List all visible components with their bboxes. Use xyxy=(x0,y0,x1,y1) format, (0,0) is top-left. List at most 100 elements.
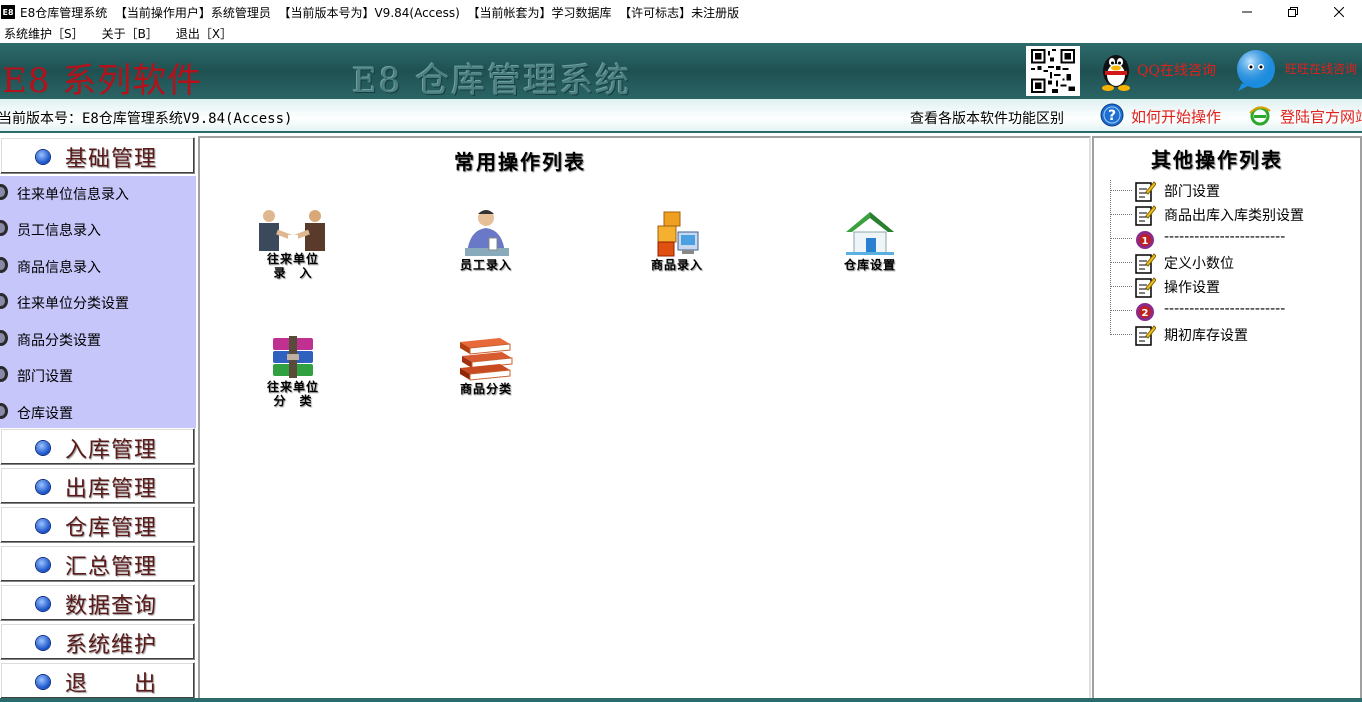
app-window: E8 E8仓库管理系统 【当前操作用户】系统管理员 【当前版本号为】V9.84(… xyxy=(0,0,1362,702)
category-outbound[interactable]: 出库管理 xyxy=(0,467,195,504)
subitem-goods-info[interactable]: 商品信息录入 xyxy=(0,254,180,278)
subitem-warehouse[interactable]: 仓库设置 xyxy=(0,400,180,424)
archive-stack-icon xyxy=(273,336,313,378)
restore-icon[interactable] xyxy=(1270,0,1316,24)
category-system-maintenance[interactable]: 系统维护 xyxy=(0,623,195,660)
tile-label-line2: 录 入 xyxy=(273,266,313,280)
blue-dot-icon xyxy=(36,150,50,164)
category-label: 数据查询 xyxy=(65,594,158,619)
category-data-query[interactable]: 数据查询 xyxy=(0,584,195,621)
tile-warehouse-settings[interactable]: 仓库设置 xyxy=(825,208,915,272)
tree-node-decimal[interactable]: 定义小数位 xyxy=(1110,250,1360,274)
tree-node-label: ------------------------ xyxy=(1164,301,1286,317)
tile-goods-category[interactable]: 商品分类 xyxy=(441,336,531,396)
category-exit[interactable]: 退 出 xyxy=(0,662,195,699)
tree-branch xyxy=(1110,190,1132,191)
banner-title: E8 系列软件 xyxy=(2,61,203,99)
basic-management-submenu: 往来单位信息录入 员工信息录入 商品信息录入 往来单位分类设置 商品分类设置 部… xyxy=(0,176,196,450)
bottom-border xyxy=(0,698,1362,702)
tile-label-line2: 分 类 xyxy=(273,394,313,408)
subitem-partner-info[interactable]: 往来单位信息录入 xyxy=(0,181,180,205)
help-question-icon[interactable]: ? xyxy=(1100,103,1124,127)
window-title: E8仓库管理系统 【当前操作用户】系统管理员 【当前版本号为】V9.84(Acc… xyxy=(20,5,740,20)
tile-partner-entry[interactable]: 往来单位 录 入 xyxy=(248,208,338,280)
svg-text:1: 1 xyxy=(1142,236,1149,247)
tile-goods-entry[interactable]: 商品录入 xyxy=(632,210,722,272)
edit-doc-icon xyxy=(1135,253,1156,274)
category-summary[interactable]: 汇总管理 xyxy=(0,545,195,582)
blue-dot-icon xyxy=(36,558,50,572)
category-inbound[interactable]: 入库管理 xyxy=(0,428,195,465)
subitem-label: 往来单位信息录入 xyxy=(17,187,129,203)
subitem-label: 仓库设置 xyxy=(17,406,73,422)
tree-node-operation-settings[interactable]: 操作设置 xyxy=(1110,274,1360,298)
ring-bullet-icon xyxy=(0,366,8,382)
tree-node-separator-2: 2 ------------------------ xyxy=(1110,298,1360,322)
subitem-label: 商品信息录入 xyxy=(17,260,101,276)
right-panel-title: 其他操作列表 xyxy=(1151,148,1283,172)
subitem-label: 部门设置 xyxy=(17,369,73,385)
tree-node-label: 期初库存设置 xyxy=(1164,328,1248,344)
operations-tree: 部门设置 商品出库入库类别设置 1 ----------------------… xyxy=(1108,178,1360,348)
tree-node-separator-1: 1 ------------------------ xyxy=(1110,226,1360,250)
tile-label: 往来单位 xyxy=(266,252,319,266)
chat-bubble-icon[interactable] xyxy=(1234,47,1278,93)
goods-icon xyxy=(657,211,699,257)
subitem-employee-info[interactable]: 员工信息录入 xyxy=(0,217,180,241)
number-1-icon: 1 xyxy=(1136,231,1154,249)
window-controls xyxy=(1224,0,1362,24)
tile-label: 商品录入 xyxy=(650,258,703,272)
tree-node-department[interactable]: 部门设置 xyxy=(1110,178,1360,202)
tree-branch xyxy=(1110,286,1132,287)
blue-dot-icon xyxy=(36,480,50,494)
tree-node-initial-stock[interactable]: 期初库存设置 xyxy=(1110,322,1360,346)
tree-node-label: ------------------------ xyxy=(1164,229,1286,245)
category-warehouse[interactable]: 仓库管理 xyxy=(0,506,195,543)
tree-branch xyxy=(1110,214,1132,215)
category-label: 出库管理 xyxy=(65,477,158,502)
menu-exit[interactable]: 退出［X］ xyxy=(176,25,232,42)
compare-versions-link[interactable]: 查看各版本软件功能区别 xyxy=(910,108,1064,128)
qq-consult-link[interactable]: QQ在线咨询 xyxy=(1137,60,1216,80)
tree-node-label: 商品出库入库类别设置 xyxy=(1164,208,1304,224)
blue-dot-icon xyxy=(36,675,50,689)
ring-bullet-icon xyxy=(0,257,8,273)
subitem-department[interactable]: 部门设置 xyxy=(0,363,180,387)
banner-subtitle: E8 仓库管理系统 xyxy=(352,61,632,99)
handshake-icon xyxy=(259,210,325,251)
edit-doc-icon xyxy=(1135,181,1156,202)
svg-text:?: ? xyxy=(1108,108,1116,124)
sidebar: 基础管理 往来单位信息录入 员工信息录入 商品信息录入 往来单位分类设置 商品分… xyxy=(0,136,198,702)
ring-bullet-icon xyxy=(0,330,8,346)
subitem-label: 往来单位分类设置 xyxy=(17,296,129,312)
employee-icon xyxy=(465,210,509,256)
menu-bar: 系统维护［S］ 关于［B］ 退出［X］ xyxy=(0,24,1362,43)
close-icon[interactable] xyxy=(1316,0,1362,24)
how-to-start-link[interactable]: 如何开始操作 xyxy=(1131,106,1221,127)
tile-employee-entry[interactable]: 员工录入 xyxy=(441,208,531,272)
qq-penguin-icon[interactable] xyxy=(1096,49,1136,91)
number-2-icon: 2 xyxy=(1136,303,1154,321)
ie-globe-icon[interactable] xyxy=(1248,103,1272,127)
chat-consult-link[interactable]: 旺旺在线咨询 xyxy=(1285,60,1357,77)
ring-bullet-icon xyxy=(0,403,8,419)
tree-branch xyxy=(1110,310,1132,311)
main-panel-title: 常用操作列表 xyxy=(454,150,586,174)
title-bar: E8 E8仓库管理系统 【当前操作用户】系统管理员 【当前版本号为】V9.84(… xyxy=(0,0,1362,24)
category-label: 基础管理 xyxy=(65,147,158,172)
category-basic-management[interactable]: 基础管理 xyxy=(0,137,195,174)
tile-label: 员工录入 xyxy=(459,258,512,272)
tree-node-label: 部门设置 xyxy=(1164,184,1220,200)
official-website-link[interactable]: 登陆官方网站 xyxy=(1280,106,1362,127)
subitem-partner-category[interactable]: 往来单位分类设置 xyxy=(0,290,180,314)
version-label: 当前版本号：E8仓库管理系统V9.84(Access) xyxy=(0,111,293,127)
tile-partner-category[interactable]: 往来单位 分 类 xyxy=(248,336,338,408)
subitem-label: 商品分类设置 xyxy=(17,333,101,349)
subitem-goods-category[interactable]: 商品分类设置 xyxy=(0,327,180,351)
tree-node-label: 操作设置 xyxy=(1164,280,1220,296)
tree-node-io-category[interactable]: 商品出库入库类别设置 xyxy=(1110,202,1360,226)
warehouse-icon xyxy=(846,212,894,255)
minimize-icon[interactable] xyxy=(1224,0,1270,24)
menu-system-maintenance[interactable]: 系统维护［S］ xyxy=(4,25,84,42)
menu-about[interactable]: 关于［B］ xyxy=(102,25,158,42)
